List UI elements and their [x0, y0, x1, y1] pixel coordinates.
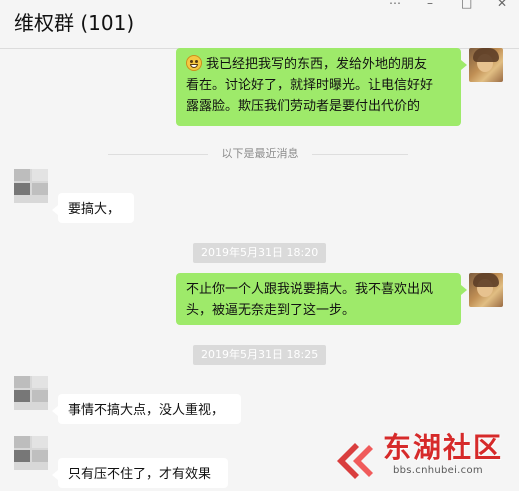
member-avatar[interactable] [14, 169, 48, 203]
chat-header: 维权群 (101) ⋯ – □ ✕ [0, 0, 519, 49]
chat-title: 维权群 (101) [14, 11, 135, 35]
my-avatar[interactable] [469, 48, 503, 82]
my-avatar[interactable] [469, 273, 503, 307]
minimize-icon[interactable]: – [425, 0, 435, 10]
message-line: 不止你一个人跟我说要搞大。我不喜欢出风 [186, 282, 434, 297]
timestamp-2: 2019年5月31日 18:25 [193, 345, 327, 365]
message-line: 看在。讨论好了，就择时曝光。让电信好好 [186, 78, 434, 93]
member-avatar[interactable] [14, 376, 48, 410]
grinning-face-icon [186, 55, 202, 71]
window-controls: ⋯ – □ ✕ [389, 0, 507, 10]
site-watermark: 东湖社区 bbs.cnhubei.com [335, 431, 513, 485]
more-options-icon[interactable]: ⋯ [389, 0, 401, 10]
message-bubble-other-3[interactable]: 只有压不住了，才有效果 [52, 458, 228, 488]
chat-area: 我已经把我写的东西，发给外地的朋友 看在。讨论好了，就择时曝光。让电信好好 露露… [0, 48, 519, 491]
message-bubble-self-1[interactable]: 我已经把我写的东西，发给外地的朋友 看在。讨论好了，就择时曝光。让电信好好 露露… [176, 48, 467, 126]
message-line: 露露脸。欺压我们劳动者是要付出代价的 [186, 99, 421, 114]
message-line: 我已经把我写的东西，发给外地的朋友 [206, 57, 428, 72]
message-bubble-other-2[interactable]: 事情不搞大点，没人重视， [52, 394, 241, 424]
watermark-title: 东湖社区 [383, 431, 504, 464]
message-text: 事情不搞大点，没人重视， [68, 403, 225, 418]
timestamp-1: 2019年5月31日 18:20 [193, 243, 327, 263]
member-avatar[interactable] [14, 436, 48, 470]
maximize-icon[interactable]: □ [461, 0, 472, 10]
message-bubble-self-2[interactable]: 不止你一个人跟我说要搞大。我不喜欢出风 头，被逼无奈走到了这一步。 [176, 273, 467, 325]
site-logo-icon [337, 443, 373, 479]
message-bubble-other-1[interactable]: 要搞大， [52, 193, 134, 223]
watermark-url: bbs.cnhubei.com [393, 465, 483, 476]
message-text: 要搞大， [68, 202, 121, 217]
close-icon[interactable]: ✕ [497, 0, 507, 10]
recent-messages-divider: 以下是最近消息 [208, 147, 312, 161]
message-text: 只有压不住了，才有效果 [68, 467, 212, 482]
message-line: 头，被逼无奈走到了这一步。 [186, 303, 356, 318]
